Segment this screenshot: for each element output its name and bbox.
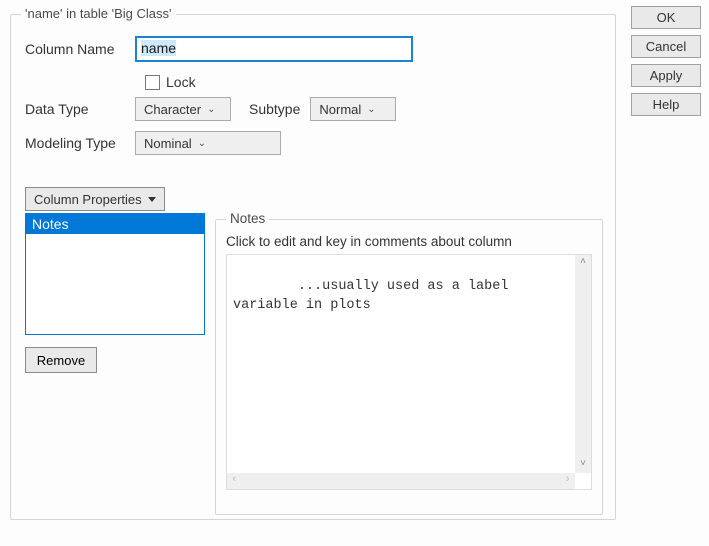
modeling-type-label: Modeling Type [25, 135, 135, 151]
column-properties-button[interactable]: Column Properties [25, 187, 165, 211]
notes-hint: Click to edit and key in comments about … [226, 234, 512, 249]
triangle-down-icon [148, 197, 156, 202]
notes-text: ...usually used as a label variable in p… [233, 279, 517, 313]
chevron-down-icon: ⌄ [207, 104, 215, 115]
cancel-button[interactable]: Cancel [631, 35, 701, 58]
subtype-label: Subtype [249, 101, 300, 117]
subtype-select[interactable]: Normal ⌄ [310, 97, 396, 121]
horizontal-scrollbar[interactable]: ‹ › [227, 473, 575, 489]
help-button[interactable]: Help [631, 93, 701, 116]
notes-title: Notes [226, 211, 269, 226]
apply-button[interactable]: Apply [631, 64, 701, 87]
scroll-left-icon[interactable]: ‹ [231, 473, 238, 488]
group-title: 'name' in table 'Big Class' [21, 6, 176, 21]
column-properties-list[interactable]: Notes [25, 213, 205, 335]
notes-textarea[interactable]: ...usually used as a label variable in p… [226, 254, 592, 490]
lock-checkbox[interactable] [145, 75, 160, 90]
data-type-label: Data Type [25, 101, 135, 117]
lock-label: Lock [166, 74, 196, 90]
column-name-label: Column Name [25, 41, 135, 57]
scroll-up-icon[interactable]: ˄ [575, 255, 591, 271]
dialog-root: OK Cancel Apply Help 'name' in table 'Bi… [0, 0, 709, 546]
list-item[interactable]: Notes [26, 214, 204, 234]
modeling-type-select[interactable]: Nominal ⌄ [135, 131, 281, 155]
scroll-right-icon[interactable]: › [564, 473, 571, 488]
scroll-down-icon[interactable]: ˅ [575, 457, 591, 473]
modeling-type-value: Nominal [144, 136, 192, 151]
form-rows: Column Name name Lock Data Type Characte… [25, 35, 601, 163]
chevron-down-icon: ⌄ [198, 138, 206, 149]
column-info-group: 'name' in table 'Big Class' Column Name … [10, 14, 616, 520]
data-type-value: Character [144, 102, 201, 117]
notes-group: Notes Click to edit and key in comments … [215, 219, 603, 515]
chevron-down-icon: ⌄ [367, 104, 375, 115]
column-properties-label: Column Properties [34, 192, 142, 207]
data-type-select[interactable]: Character ⌄ [135, 97, 231, 121]
column-name-field[interactable]: name [135, 36, 413, 62]
remove-button[interactable]: Remove [25, 347, 97, 373]
ok-button[interactable]: OK [631, 6, 701, 29]
subtype-value: Normal [319, 102, 361, 117]
column-name-value: name [141, 40, 176, 56]
vertical-scrollbar[interactable]: ˄ ˅ [575, 255, 591, 473]
dialog-button-bar: OK Cancel Apply Help [631, 6, 701, 116]
